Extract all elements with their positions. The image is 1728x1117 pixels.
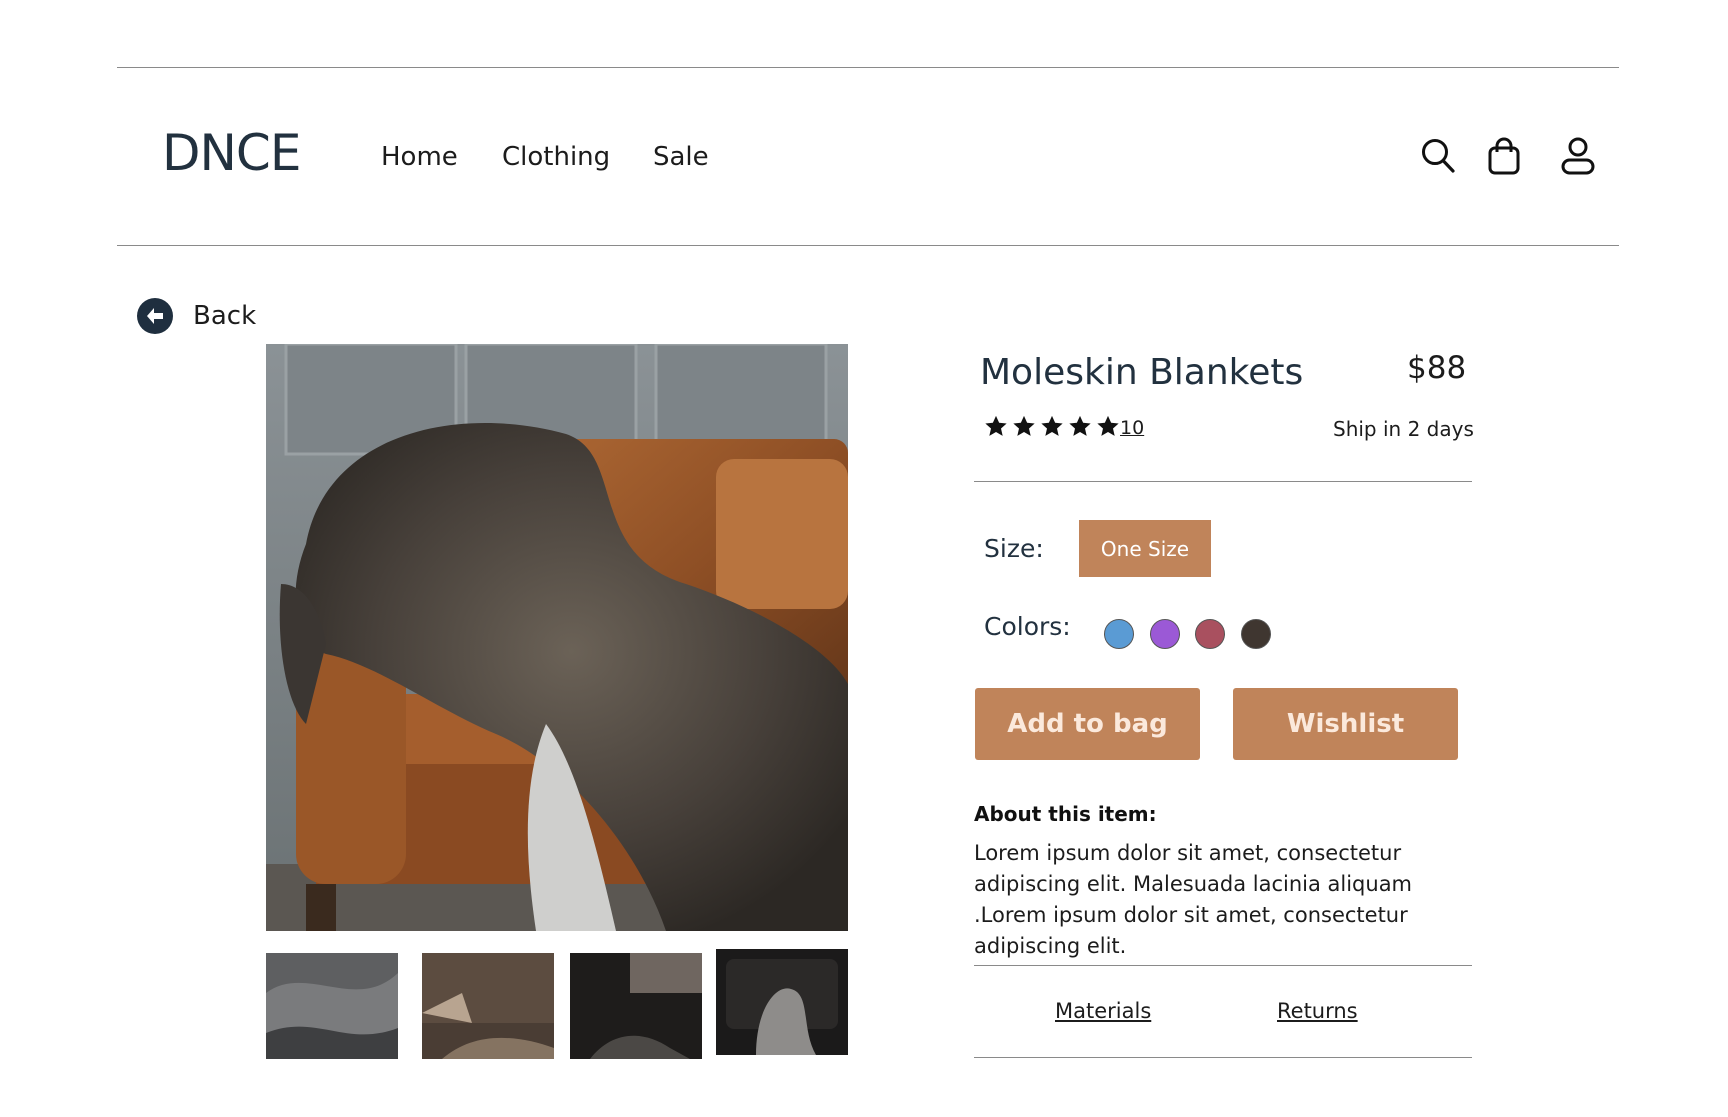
thumbnail-3[interactable] <box>570 953 702 1059</box>
size-option-button[interactable]: One Size <box>1079 520 1211 577</box>
add-to-bag-button[interactable]: Add to bag <box>975 688 1200 760</box>
nav-home[interactable]: Home <box>381 142 458 172</box>
star-icon <box>1013 415 1035 436</box>
header-top-divider <box>117 67 1619 68</box>
colors-label: Colors: <box>984 612 1071 641</box>
product-title: Moleskin Blankets <box>980 352 1304 393</box>
tabs-top-divider <box>974 965 1472 966</box>
brand-logo[interactable]: DNCE <box>162 124 301 182</box>
header-bottom-divider <box>117 245 1619 246</box>
info-divider <box>974 481 1472 482</box>
rating-stars <box>983 414 1121 439</box>
search-icon[interactable] <box>1420 136 1458 176</box>
star-icon <box>1097 415 1119 436</box>
color-swatch-purple[interactable] <box>1150 619 1180 649</box>
back-label: Back <box>193 301 257 331</box>
wishlist-button[interactable]: Wishlist <box>1233 688 1458 760</box>
thumbnail-4[interactable] <box>716 949 848 1055</box>
tabs-bottom-divider <box>974 1057 1472 1058</box>
star-icon <box>985 415 1007 436</box>
materials-link[interactable]: Materials <box>1055 999 1151 1023</box>
about-heading: About this item: <box>974 802 1157 826</box>
thumbnail-1[interactable] <box>266 953 398 1059</box>
color-swatch-dark-brown[interactable] <box>1241 619 1271 649</box>
nav-clothing[interactable]: Clothing <box>502 142 610 172</box>
arrow-left-circle-icon <box>137 298 173 334</box>
back-button[interactable]: Back <box>137 298 256 334</box>
returns-link[interactable]: Returns <box>1277 999 1358 1023</box>
shopping-bag-icon[interactable] <box>1485 136 1523 176</box>
about-text: Lorem ipsum dolor sit amet, consectetur … <box>974 841 1413 958</box>
shipping-info: Ship in 2 days <box>1333 417 1474 441</box>
user-icon[interactable] <box>1559 136 1597 176</box>
product-price: $88 <box>1407 350 1467 386</box>
color-swatch-blue[interactable] <box>1104 619 1134 649</box>
thumbnail-2[interactable] <box>422 953 554 1059</box>
product-main-image <box>266 344 848 931</box>
star-icon <box>1069 415 1091 436</box>
nav-sale[interactable]: Sale <box>653 142 709 172</box>
size-label: Size: <box>984 534 1044 563</box>
color-swatch-rose[interactable] <box>1195 619 1225 649</box>
review-count-link[interactable]: 10 <box>1120 417 1144 439</box>
star-icon <box>1041 415 1063 436</box>
